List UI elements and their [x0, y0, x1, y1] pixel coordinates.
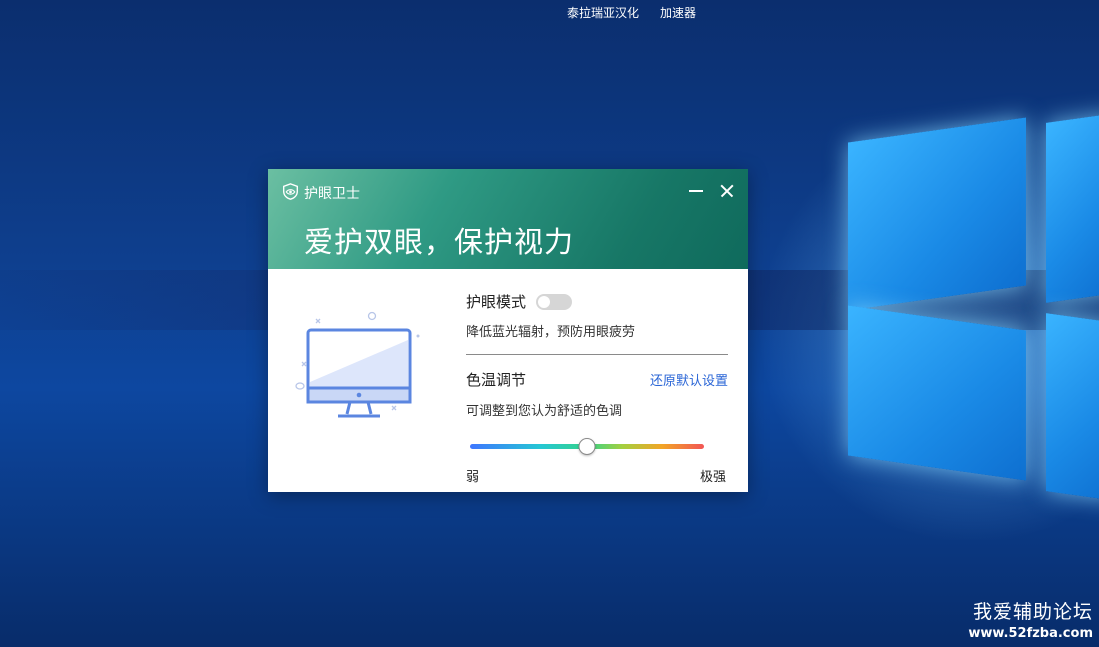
slogan: 爱护双眼，保护视力: [304, 225, 575, 259]
dialog-header[interactable]: 护眼卫士 爱护双眼，保护视力: [268, 169, 748, 269]
slider-labels: 弱 极强: [466, 466, 728, 485]
monitor-icon: [295, 311, 420, 418]
color-temp-label: 色温调节: [466, 371, 527, 389]
windows-logo-pane: [848, 305, 1026, 481]
eye-mode-toggle[interactable]: [536, 294, 572, 310]
close-button[interactable]: [715, 179, 739, 203]
divider: [466, 354, 728, 355]
color-temp-row: 色温调节 还原默认设置: [466, 369, 728, 391]
desktop-top-labels: 泰拉瑞亚汉化 加速器: [0, 4, 1099, 22]
desktop-label-accelerator[interactable]: 加速器: [660, 4, 696, 21]
desktop-label-terraria[interactable]: 泰拉瑞亚汉化: [567, 4, 639, 21]
eye-guard-dialog: 护眼卫士 爱护双眼，保护视力 护眼模式 降低蓝光辐射，预防用眼疲劳 色温调节 还…: [268, 169, 748, 492]
app-title: 护眼卫士: [304, 186, 360, 202]
watermark: 我爱辅助论坛 www.52fzba.com: [968, 597, 1093, 641]
slider-thumb[interactable]: [578, 438, 596, 455]
settings-panel: 护眼模式 降低蓝光辐射，预防用眼疲劳 色温调节 还原默认设置 可调整到您认为舒适…: [466, 291, 728, 485]
windows-logo-pane: [848, 117, 1026, 311]
windows-logo-pane: [1046, 113, 1099, 303]
eye-mode-description: 降低蓝光辐射，预防用眼疲劳: [466, 325, 636, 340]
windows-logo-pane: [1046, 313, 1099, 501]
eye-mode-label: 护眼模式: [466, 293, 527, 311]
slider-min-label: 弱: [466, 470, 480, 485]
color-temp-slider[interactable]: [466, 437, 728, 457]
slider-max-label: 极强: [699, 470, 726, 485]
reset-defaults-link[interactable]: 还原默认设置: [650, 370, 728, 389]
watermark-title: 我爱辅助论坛: [972, 601, 1093, 623]
eye-mode-row: 护眼模式: [466, 291, 728, 312]
eye-shield-icon: [283, 183, 298, 200]
minimize-button[interactable]: [684, 179, 708, 203]
watermark-url: www.52fzba.com: [968, 626, 1093, 641]
color-temp-description: 可调整到您认为舒适的色调: [466, 404, 623, 419]
